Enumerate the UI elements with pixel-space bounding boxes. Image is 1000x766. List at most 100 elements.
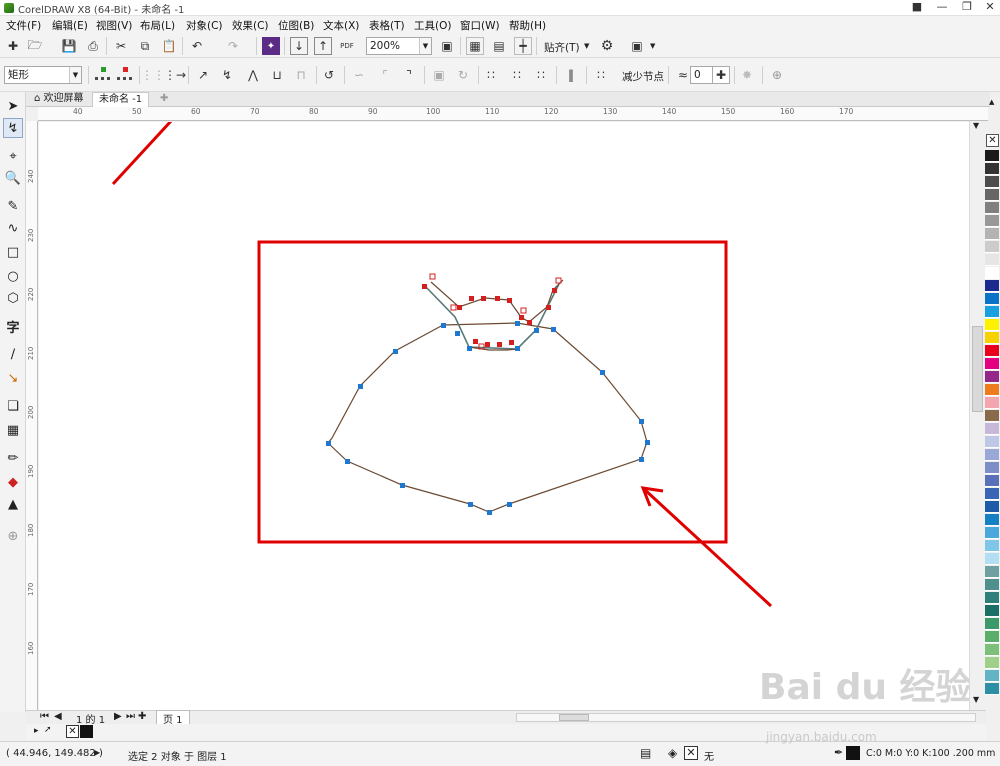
menu-text[interactable]: 文本(X): [323, 18, 359, 33]
pen-nib-icon[interactable]: ✒: [834, 746, 843, 759]
show-grid-icon[interactable]: ▤: [490, 37, 508, 55]
tab-welcome-screen[interactable]: ⌂ 欢迎屏幕: [28, 92, 90, 107]
connector-tool-icon[interactable]: ↘: [3, 368, 23, 388]
redo-icon[interactable]: ↷: [224, 37, 242, 55]
menu-view[interactable]: 视图(V): [96, 18, 132, 33]
next-page-icon[interactable]: ▶: [114, 711, 122, 722]
drop-shadow-icon[interactable]: ❏: [3, 396, 23, 416]
drawing-canvas[interactable]: Bai du 经验: [39, 80, 972, 710]
color-swatch[interactable]: [985, 488, 999, 500]
align-nodes-icon[interactable]: ∷: [482, 66, 500, 84]
chevron-right-icon[interactable]: ▶: [94, 748, 100, 757]
color-swatch[interactable]: [985, 371, 999, 383]
zoom-tool-icon[interactable]: 🔍: [3, 168, 23, 188]
menu-object[interactable]: 对象(C): [186, 18, 223, 33]
parallel-dimension-icon[interactable]: ∕: [3, 344, 23, 364]
color-swatch[interactable]: [985, 540, 999, 552]
smart-fill-icon[interactable]: ▲: [3, 494, 23, 514]
first-page-icon[interactable]: ⏮: [40, 711, 49, 722]
cut-icon[interactable]: ✂: [112, 37, 130, 55]
color-swatch[interactable]: [985, 566, 999, 578]
undo-icon[interactable]: ↶: [188, 37, 206, 55]
color-swatch[interactable]: [985, 553, 999, 565]
color-swatch[interactable]: [985, 462, 999, 474]
export-pdf-icon[interactable]: PDF: [338, 37, 356, 55]
show-bounding-box-icon[interactable]: ✸: [738, 66, 756, 84]
color-swatch[interactable]: [985, 579, 999, 591]
color-swatch[interactable]: [985, 319, 999, 331]
color-proofing-icon[interactable]: ▤: [640, 746, 651, 760]
transparency-icon[interactable]: ▦: [3, 420, 23, 440]
color-swatch[interactable]: [985, 618, 999, 630]
previous-page-icon[interactable]: ◀: [54, 711, 62, 722]
snap-to-dropdown[interactable]: 贴齐(T): [544, 40, 580, 55]
vertical-ruler[interactable]: 240 230 220 210 200 190 180 170 160: [26, 121, 38, 711]
artistic-media-icon[interactable]: ∿: [3, 218, 23, 238]
export-icon[interactable]: ↑: [314, 37, 332, 55]
print-icon[interactable]: ⎙: [84, 37, 102, 55]
reverse-direction-icon[interactable]: ↺: [320, 66, 338, 84]
menu-layout[interactable]: 布局(L): [140, 18, 175, 33]
menu-bitmaps[interactable]: 位图(B): [278, 18, 314, 33]
menu-effects[interactable]: 效果(C): [232, 18, 269, 33]
rectangle-tool-icon[interactable]: □: [3, 242, 23, 262]
cusp-node-icon[interactable]: ⋀: [244, 66, 262, 84]
reduce-nodes-button[interactable]: 减少节点: [622, 69, 664, 84]
elastic-mode-icon[interactable]: ‖: [562, 66, 580, 84]
show-rulers-icon[interactable]: ▦: [466, 37, 484, 55]
minimize-button[interactable]: —: [930, 0, 954, 13]
add-node-icon[interactable]: [95, 66, 113, 84]
color-swatch[interactable]: [985, 215, 999, 227]
zoom-level-select[interactable]: 200% ▼: [366, 37, 432, 55]
color-swatch[interactable]: [985, 358, 999, 370]
scrollbar-thumb[interactable]: [559, 714, 589, 721]
chevron-up-icon[interactable]: ▲: [989, 98, 994, 106]
join-nodes-icon[interactable]: ⋮⋮: [141, 66, 165, 84]
extend-curve-icon[interactable]: ∽: [350, 66, 368, 84]
close-button[interactable]: ✕: [978, 0, 1000, 13]
chevron-down-icon[interactable]: ▼: [973, 121, 979, 130]
color-swatch[interactable]: [985, 475, 999, 487]
ellipse-tool-icon[interactable]: ○: [3, 266, 23, 286]
options-gear-icon[interactable]: ⚙: [598, 37, 616, 55]
menu-help[interactable]: 帮助(H): [509, 18, 546, 33]
text-tool-icon[interactable]: 字: [3, 316, 23, 336]
polygon-tool-icon[interactable]: ⬡: [3, 288, 23, 308]
eyedropper-icon[interactable]: ➚: [44, 725, 52, 735]
color-swatch[interactable]: [985, 267, 999, 279]
add-tool-icon[interactable]: ⊕: [3, 526, 23, 546]
color-swatch[interactable]: [985, 410, 999, 422]
reflect-horizontal-icon[interactable]: ∷: [508, 66, 526, 84]
color-swatch[interactable]: [985, 176, 999, 188]
smooth-node-icon[interactable]: ⊔: [268, 66, 286, 84]
bell-shape-path[interactable]: [327, 322, 648, 513]
color-swatch[interactable]: [985, 436, 999, 448]
color-swatch[interactable]: [985, 345, 999, 357]
color-swatch[interactable]: [985, 293, 999, 305]
color-swatch[interactable]: [985, 423, 999, 435]
horizontal-scrollbar[interactable]: [516, 713, 976, 722]
color-swatch[interactable]: [985, 150, 999, 162]
menu-edit[interactable]: 编辑(E): [52, 18, 88, 33]
color-swatch[interactable]: [985, 163, 999, 175]
new-document-icon[interactable]: ✚: [4, 37, 22, 55]
menu-file[interactable]: 文件(F): [6, 18, 41, 33]
freehand-tool-icon[interactable]: ✎: [3, 196, 23, 216]
color-swatch[interactable]: [985, 202, 999, 214]
close-curve-icon[interactable]: ⌝: [400, 66, 418, 84]
horizontal-ruler[interactable]: 40 50 60 70 80 90 100 110 120 130 140 15…: [38, 107, 988, 121]
color-swatch[interactable]: [985, 306, 999, 318]
color-swatch[interactable]: [985, 397, 999, 409]
color-swatch[interactable]: [985, 514, 999, 526]
eyedropper-icon[interactable]: ✏: [3, 448, 23, 468]
crop-tool-icon[interactable]: ⌖: [3, 146, 23, 166]
color-swatch[interactable]: [985, 384, 999, 396]
color-swatch[interactable]: [985, 592, 999, 604]
corel-connect-icon[interactable]: ✦: [262, 37, 280, 55]
color-swatch[interactable]: [985, 228, 999, 240]
palette-menu-icon[interactable]: ▸: [34, 726, 39, 736]
user-icon[interactable]: ■: [905, 0, 929, 13]
color-swatch[interactable]: [985, 280, 999, 292]
add-page-icon[interactable]: ✚: [138, 711, 146, 722]
top-crown-path[interactable]: [424, 279, 564, 351]
